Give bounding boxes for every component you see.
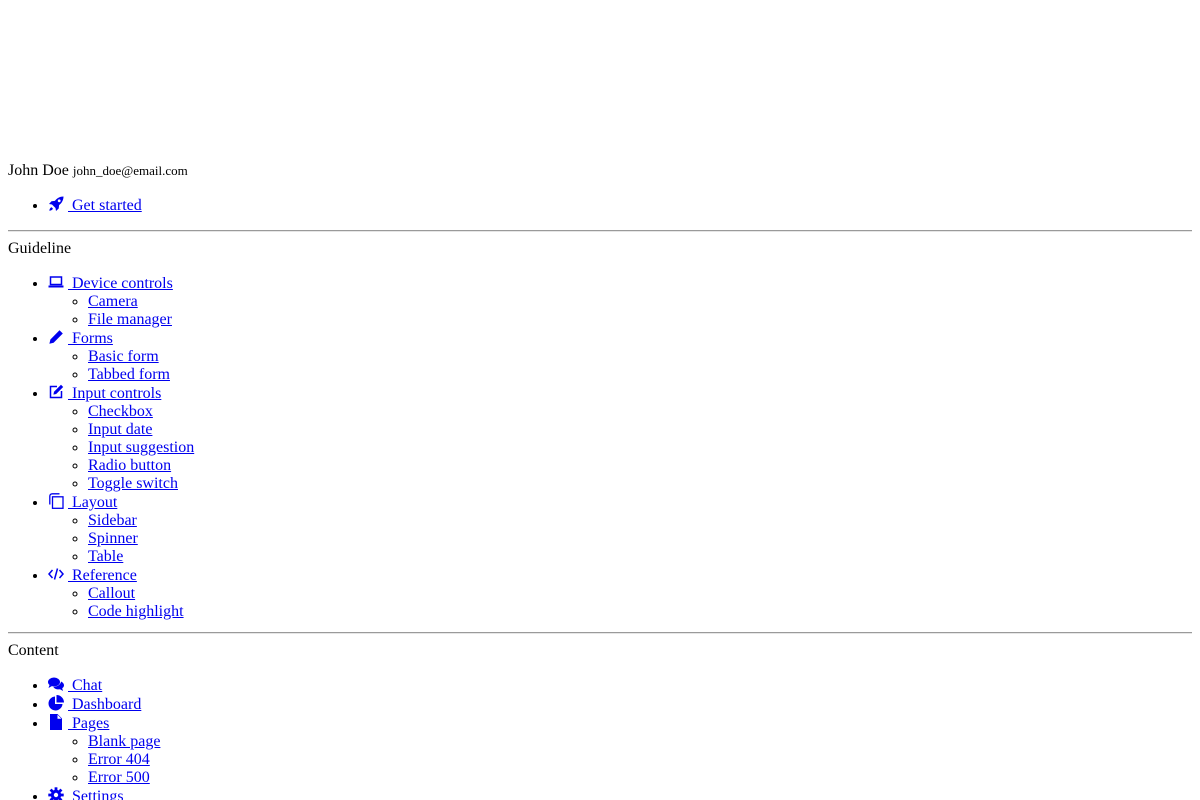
- toggle-switch-link[interactable]: Toggle switch: [88, 475, 178, 492]
- pie-chart-icon: [48, 695, 64, 711]
- file-manager-link[interactable]: File manager: [88, 311, 172, 328]
- section-heading-content: Content: [8, 642, 59, 659]
- subnav-item-code-highlight: Code highlight: [88, 603, 1192, 621]
- chat-link[interactable]: Chat: [48, 677, 102, 694]
- nav-item-settings: Settings: [48, 787, 1192, 800]
- table-link[interactable]: Table: [88, 548, 123, 565]
- subnav-item-basic-form: Basic form: [88, 348, 1192, 366]
- forms-label: Forms: [68, 330, 113, 347]
- divider: [8, 230, 1192, 232]
- nav-item-dashboard: Dashboard: [48, 695, 1192, 714]
- settings-link[interactable]: Settings: [48, 787, 124, 800]
- reference-label: Reference: [68, 567, 137, 584]
- input-controls-sublist: Checkbox Input date Input suggestion Rad…: [48, 403, 1192, 493]
- get-started-link[interactable]: Get started: [48, 196, 142, 214]
- top-nav: Get started: [8, 196, 1192, 215]
- callout-link[interactable]: Callout: [88, 585, 135, 602]
- error-500-link[interactable]: Error 500: [88, 769, 150, 786]
- subnav-item-input-suggestion: Input suggestion: [88, 439, 1192, 457]
- pages-link[interactable]: Pages: [48, 714, 110, 732]
- subnav-item-table: Table: [88, 548, 1192, 566]
- subnav-item-radio-button: Radio button: [88, 457, 1192, 475]
- subnav-item-callout: Callout: [88, 585, 1192, 603]
- reference-link[interactable]: Reference: [48, 567, 137, 584]
- pages-label: Pages: [68, 715, 110, 732]
- subnav-item-file-manager: File manager: [88, 311, 1192, 329]
- nav-item-get-started: Get started: [48, 196, 1192, 215]
- subnav-item-input-date: Input date: [88, 421, 1192, 439]
- laptop-icon: [48, 274, 64, 290]
- subnav-item-error-500: Error 500: [88, 769, 1192, 787]
- spinner-link[interactable]: Spinner: [88, 530, 138, 547]
- content-nav: Chat Dashboard Pages Blank page Error 40…: [8, 676, 1192, 800]
- subnav-item-blank-page: Blank page: [88, 733, 1192, 751]
- sidebar-link[interactable]: Sidebar: [88, 512, 137, 529]
- subnav-item-camera: Camera: [88, 293, 1192, 311]
- pages-sublist: Blank page Error 404 Error 500: [48, 733, 1192, 787]
- forms-link[interactable]: Forms: [48, 330, 113, 347]
- camera-link[interactable]: Camera: [88, 293, 138, 310]
- section-heading-guideline: Guideline: [8, 240, 72, 257]
- user-email: john_doe@email.com: [72, 163, 188, 178]
- layout-link[interactable]: Layout: [48, 493, 118, 511]
- pencil-icon: [48, 329, 64, 345]
- gear-icon: [48, 787, 64, 800]
- subnav-item-spinner: Spinner: [88, 530, 1192, 548]
- dashboard-link[interactable]: Dashboard: [48, 695, 142, 713]
- guideline-list: Device controls Camera File manager Form…: [8, 274, 1192, 621]
- divider: [8, 632, 1192, 634]
- device-controls-label: Device controls: [68, 275, 173, 292]
- content-list: Chat Dashboard Pages Blank page Error 40…: [8, 676, 1192, 800]
- device-controls-link[interactable]: Device controls: [48, 275, 173, 292]
- nav-item-chat: Chat: [48, 676, 1192, 695]
- reference-sublist: Callout Code highlight: [48, 585, 1192, 621]
- nav-group-layout: Layout Sidebar Spinner Table: [48, 493, 1192, 566]
- rocket-icon: [48, 196, 64, 212]
- code-icon: [48, 566, 64, 582]
- code-highlight-link[interactable]: Code highlight: [88, 603, 184, 620]
- tabbed-form-link[interactable]: Tabbed form: [88, 366, 170, 383]
- user-name: John Doe: [8, 162, 69, 179]
- basic-form-link[interactable]: Basic form: [88, 348, 159, 365]
- user-profile: John Doe john_doe@email.com: [8, 162, 188, 180]
- subnav-item-checkbox: Checkbox: [88, 403, 1192, 421]
- nav-item-pages: Pages Blank page Error 404 Error 500: [48, 714, 1192, 787]
- guideline-nav: Device controls Camera File manager Form…: [8, 274, 1192, 621]
- error-404-link[interactable]: Error 404: [88, 751, 150, 768]
- radio-button-link[interactable]: Radio button: [88, 457, 171, 474]
- subnav-item-sidebar: Sidebar: [88, 512, 1192, 530]
- input-controls-label: Input controls: [68, 385, 162, 402]
- blank-page-link[interactable]: Blank page: [88, 733, 160, 750]
- input-controls-link[interactable]: Input controls: [48, 384, 162, 402]
- subnav-item-error-404: Error 404: [88, 751, 1192, 769]
- edit-icon: [48, 384, 64, 400]
- layout-label: Layout: [68, 494, 118, 511]
- checkbox-link[interactable]: Checkbox: [88, 403, 153, 420]
- get-started-label: Get started: [68, 197, 142, 214]
- dashboard-label: Dashboard: [68, 696, 142, 713]
- nav-group-forms: Forms Basic form Tabbed form: [48, 329, 1192, 384]
- subnav-item-toggle-switch: Toggle switch: [88, 475, 1192, 493]
- subnav-item-tabbed-form: Tabbed form: [88, 366, 1192, 384]
- top-nav-list: Get started: [8, 196, 1192, 215]
- nav-group-device-controls: Device controls Camera File manager: [48, 274, 1192, 329]
- nav-group-reference: Reference Callout Code highlight: [48, 566, 1192, 621]
- chat-label: Chat: [68, 677, 103, 694]
- layout-sublist: Sidebar Spinner Table: [48, 512, 1192, 566]
- nav-group-input-controls: Input controls Checkbox Input date Input…: [48, 384, 1192, 493]
- settings-label: Settings: [68, 788, 124, 800]
- copy-icon: [48, 493, 64, 509]
- file-icon: [48, 714, 64, 730]
- forms-sublist: Basic form Tabbed form: [48, 348, 1192, 384]
- input-date-link[interactable]: Input date: [88, 421, 152, 438]
- input-suggestion-link[interactable]: Input suggestion: [88, 439, 194, 456]
- comments-icon: [48, 676, 64, 692]
- device-controls-sublist: Camera File manager: [48, 293, 1192, 329]
